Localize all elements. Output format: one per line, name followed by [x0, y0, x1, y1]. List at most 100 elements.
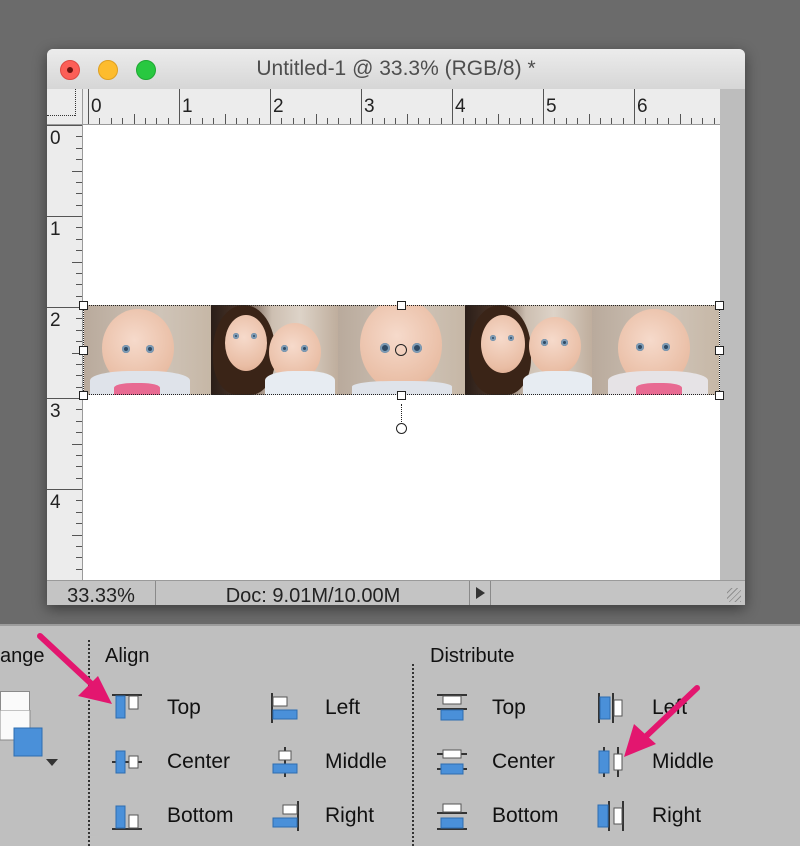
ruler-tick: [463, 118, 465, 124]
ruler-tick: [417, 118, 419, 124]
ruler-tick: [47, 489, 82, 490]
ruler-tick: [690, 118, 692, 124]
distribute-top-label: Top: [492, 696, 526, 719]
ruler-tick: [76, 386, 82, 388]
horizontal-ruler[interactable]: 0 1 2 3 4 5 6: [83, 89, 720, 125]
align-heading: Align: [105, 645, 150, 667]
ruler-tick: [656, 118, 658, 124]
zoom-level-field[interactable]: 33.33%: [47, 581, 156, 605]
ruler-tick: [201, 118, 203, 124]
ruler-tick: [76, 557, 82, 559]
ruler-tick: [622, 118, 624, 124]
reference-point-icon[interactable]: [395, 344, 407, 356]
ruler-tick: [76, 420, 82, 422]
ruler-tick: [611, 118, 613, 124]
distribute-middle-label: Middle: [652, 750, 714, 773]
ruler-tick: [406, 114, 408, 124]
ruler-tick: [486, 118, 488, 124]
document-canvas[interactable]: [79, 125, 724, 580]
title-bar[interactable]: Untitled-1 @ 33.3% (RGB/8) *: [47, 49, 745, 90]
ruler-tick: [531, 118, 533, 124]
ruler-tick: [76, 159, 82, 161]
section-divider: [88, 640, 90, 846]
ruler-tick: [508, 118, 510, 124]
ruler-tick: [554, 118, 556, 124]
ruler-label: 3: [50, 401, 61, 422]
ruler-tick: [144, 118, 146, 124]
rotation-handle[interactable]: [396, 423, 407, 434]
ruler-tick: [76, 238, 82, 240]
document-size-info: Doc: 9.01M/10.00M: [225, 585, 401, 605]
distribute-vertical-centers-icon: [437, 749, 467, 775]
align-distribute-panel: ange Align Distribute Top Center Bottom …: [0, 624, 800, 846]
distribute-left-label: Left: [652, 696, 688, 719]
arrange-icon[interactable]: [0, 710, 44, 770]
ruler-tick: [76, 193, 82, 195]
distribute-center-label: Center: [492, 750, 556, 773]
transform-handle-bottom[interactable]: [397, 391, 406, 400]
ruler-label: 1: [182, 96, 193, 117]
transform-handle-bottom-left[interactable]: [79, 391, 88, 400]
ruler-tick: [76, 250, 82, 252]
ruler-tick: [88, 89, 89, 124]
ruler-label: 4: [455, 96, 466, 117]
ruler-tick: [543, 89, 544, 124]
transform-handle-right[interactable]: [715, 346, 724, 355]
vertical-ruler[interactable]: 0 1 2 3 4: [47, 125, 83, 580]
align-middle-label: Middle: [325, 750, 387, 773]
ruler-tick: [76, 363, 82, 365]
ruler-tick: [72, 170, 82, 172]
distribute-right-icon: [597, 801, 624, 831]
ruler-tick: [76, 329, 82, 331]
ruler-tick: [47, 398, 82, 399]
ruler-tick: [76, 147, 82, 149]
section-divider: [412, 664, 414, 846]
ruler-tick: [156, 118, 158, 124]
ruler-label: 0: [50, 128, 61, 149]
ruler-tick: [133, 114, 135, 124]
ruler-tick: [76, 568, 82, 570]
vertical-scrollbar[interactable]: [720, 89, 745, 580]
status-menu-arrow-icon[interactable]: [469, 581, 491, 605]
distribute-heading: Distribute: [430, 645, 515, 667]
align-left-edges-icon: [271, 693, 298, 723]
ruler-tick: [247, 118, 249, 124]
ruler-tick: [304, 118, 306, 124]
ruler-tick: [349, 118, 351, 124]
align-right-label: Right: [325, 804, 375, 827]
resize-grip-icon[interactable]: [727, 588, 741, 602]
ruler-tick: [235, 118, 237, 124]
photo-baby-3[interactable]: [592, 305, 719, 395]
transform-handle-bottom-right[interactable]: [715, 391, 724, 400]
ruler-tick: [167, 118, 169, 124]
photo-mom-baby-1[interactable]: [211, 305, 338, 395]
ruler-tick: [497, 114, 499, 124]
ruler-origin[interactable]: [47, 89, 83, 125]
transform-handle-top-right[interactable]: [715, 301, 724, 310]
ruler-tick: [713, 118, 715, 124]
ruler-tick: [588, 114, 590, 124]
ruler-tick: [76, 454, 82, 456]
ruler-tick: [76, 181, 82, 183]
photo-mom-baby-2[interactable]: [465, 305, 592, 395]
ruler-label: 5: [546, 96, 557, 117]
ruler-tick: [76, 375, 82, 377]
arrange-dropdown-icon[interactable]: [46, 759, 58, 766]
transform-handle-left[interactable]: [79, 346, 88, 355]
ruler-tick: [281, 118, 283, 124]
ruler-tick: [72, 261, 82, 263]
align-horizontal-centers-icon: [272, 747, 298, 777]
ruler-tick: [76, 341, 82, 343]
ruler-label: 2: [273, 96, 284, 117]
ruler-tick: [326, 118, 328, 124]
photo-baby-1[interactable]: [84, 305, 211, 395]
window-title: Untitled-1 @ 33.3% (RGB/8) *: [256, 57, 536, 80]
ruler-tick: [72, 534, 82, 536]
align-right-edges-icon: [272, 801, 299, 831]
ruler-tick: [76, 409, 82, 411]
distribute-bottom-label: Bottom: [492, 804, 559, 827]
transform-handle-top-left[interactable]: [79, 301, 88, 310]
ruler-tick: [190, 118, 192, 124]
align-center-label: Center: [167, 750, 231, 773]
transform-handle-top[interactable]: [397, 301, 406, 310]
